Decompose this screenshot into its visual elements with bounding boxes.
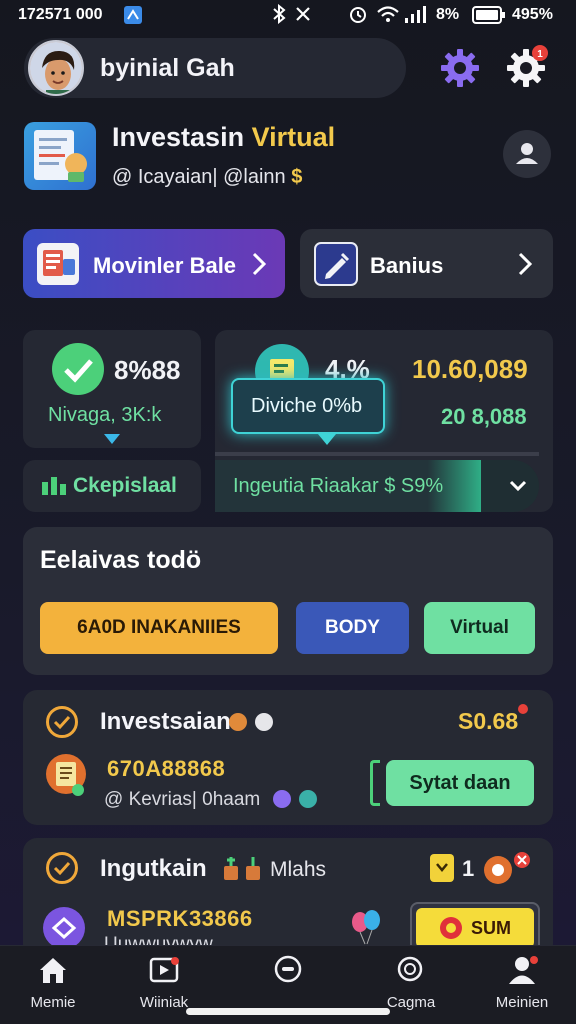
settings-button[interactable]	[436, 44, 484, 92]
chart-bars-icon	[41, 474, 67, 501]
battery-percent: 495%	[512, 6, 553, 23]
tab-media[interactable]: Wiiniak	[119, 955, 209, 1011]
sum-button[interactable]: SUM	[416, 908, 534, 948]
subtitle-text: @ Icayaian| @lainn	[112, 166, 286, 188]
divider	[215, 452, 539, 456]
tab-profile[interactable]: Meinien	[477, 955, 567, 1011]
chat-icon	[274, 955, 302, 983]
notification-settings-button[interactable]: 1	[502, 44, 550, 92]
alarm-icon	[348, 4, 368, 29]
battery-icon	[472, 6, 506, 29]
nav-card-movinler[interactable]: Movinler Bale	[23, 229, 285, 298]
chevron-right-icon	[515, 251, 535, 284]
home-icon	[40, 958, 66, 983]
todo-title: Eelaivas todö	[40, 546, 202, 574]
check-circle-icon	[46, 852, 78, 884]
cell-signal-icon	[404, 4, 428, 29]
progress-bar[interactable]: Ingeutia Riaakar $ S9%	[215, 460, 539, 512]
investment-title: Investsaian	[100, 708, 231, 735]
stat-left-sub: Nivaga, 3K:k	[48, 404, 162, 426]
coin-icon: $	[291, 166, 303, 188]
tab-cagma[interactable]: Cagma	[366, 955, 456, 1011]
wifi-icon	[376, 4, 400, 29]
vibrate-icon	[294, 4, 312, 29]
tab-home-label: Memie	[30, 994, 76, 1011]
stat-card-left[interactable]: 8%88 Nivaga, 3K:k	[23, 330, 201, 448]
start-button[interactable]: Sytat daan	[386, 760, 534, 806]
app-notification-icon	[124, 6, 142, 29]
media-icon	[149, 957, 179, 983]
chevron-right-icon	[249, 251, 269, 284]
tooltip-text: Diviche 0%b	[251, 395, 363, 417]
gear-icon: 1	[507, 45, 548, 87]
pen-tool-icon	[314, 242, 358, 291]
todo-button-body[interactable]: BODY	[296, 602, 409, 654]
home-indicator[interactable]	[186, 1008, 390, 1015]
todo-button-inakanies[interactable]: 6A0D INAKANIIES	[40, 602, 278, 654]
check-circle-icon	[46, 706, 78, 738]
investment-title: Ingutkain	[100, 855, 207, 882]
stat-card-right[interactable]: 4.% 10.60,089 Diviche 0%b 20 8,088 Ingeu…	[215, 330, 553, 512]
nav-card-banius[interactable]: Banius	[300, 229, 553, 298]
tooltip-pointer	[318, 434, 336, 445]
profile-button[interactable]	[503, 130, 551, 178]
user-name: byinial Gah	[100, 54, 235, 82]
investment-code: MSPRK33866	[107, 906, 253, 931]
nav-right-label: Banius	[370, 253, 444, 278]
page-subtitle: @ Icayaian| @lainn $	[112, 166, 302, 189]
todo-button-virtual[interactable]: Virtual	[424, 602, 535, 654]
app-logo-icon	[24, 122, 96, 190]
nav-left-label: Movinler Bale	[93, 253, 237, 278]
signal-percent: 8%	[436, 6, 460, 23]
checkmark-icon	[51, 342, 105, 401]
close-badge-icon	[482, 852, 534, 891]
chevron-down-icon[interactable]	[507, 474, 529, 501]
investment-sub: @ Kevrias| 0haam	[104, 789, 261, 810]
tab-profile-label: Meinien	[495, 994, 549, 1011]
emoji-icons	[270, 787, 322, 816]
stat-left-value: 8%88	[114, 355, 181, 385]
stat-left-footer-label: Ckepislaal	[73, 474, 177, 497]
page-title: Investasin Virtual	[112, 122, 335, 153]
stat-right-sub-value: 20 8,088	[441, 404, 527, 429]
document-icon	[35, 241, 81, 292]
sum-button-label: SUM	[471, 917, 511, 938]
stat-right-value: 10.60,089	[412, 354, 528, 384]
bluetooth-icon	[270, 3, 288, 29]
stat-left-footer[interactable]: Ckepislaal	[23, 460, 201, 512]
status-bar: 172571 000 8% 495%	[0, 0, 576, 30]
status-time: 172571 000	[18, 6, 103, 23]
avatar[interactable]	[28, 40, 84, 96]
investment-count: 1	[462, 856, 475, 881]
title-accent: Virtual	[251, 122, 336, 152]
svg-text:1: 1	[537, 49, 543, 60]
tab-home[interactable]: Memie	[8, 955, 98, 1011]
person-icon	[516, 143, 538, 164]
progress-label: Ingeutia Riaakar $ S9%	[233, 475, 444, 497]
investment-title-extra: Mlahs	[270, 858, 327, 881]
investment-code: 670A88868	[107, 756, 226, 781]
stop-circle-icon	[440, 917, 462, 939]
search-icon	[397, 956, 423, 982]
tooltip: Diviche 0%b	[231, 378, 385, 445]
plant-icon	[222, 854, 266, 887]
caret-down-icon	[103, 432, 121, 450]
receipt-icon	[44, 752, 88, 805]
bracket-decoration	[370, 760, 380, 806]
tag-icon	[430, 854, 454, 882]
person-icon	[509, 956, 538, 984]
investment-sub: Uuwwuvwyw	[104, 934, 213, 945]
tab-center[interactable]	[243, 955, 333, 990]
gear-icon	[441, 49, 479, 87]
alert-dot	[518, 704, 528, 714]
mascot-icon	[226, 708, 276, 739]
investment-amount: S0.68	[458, 708, 519, 734]
title-main: Investasin	[112, 122, 245, 152]
